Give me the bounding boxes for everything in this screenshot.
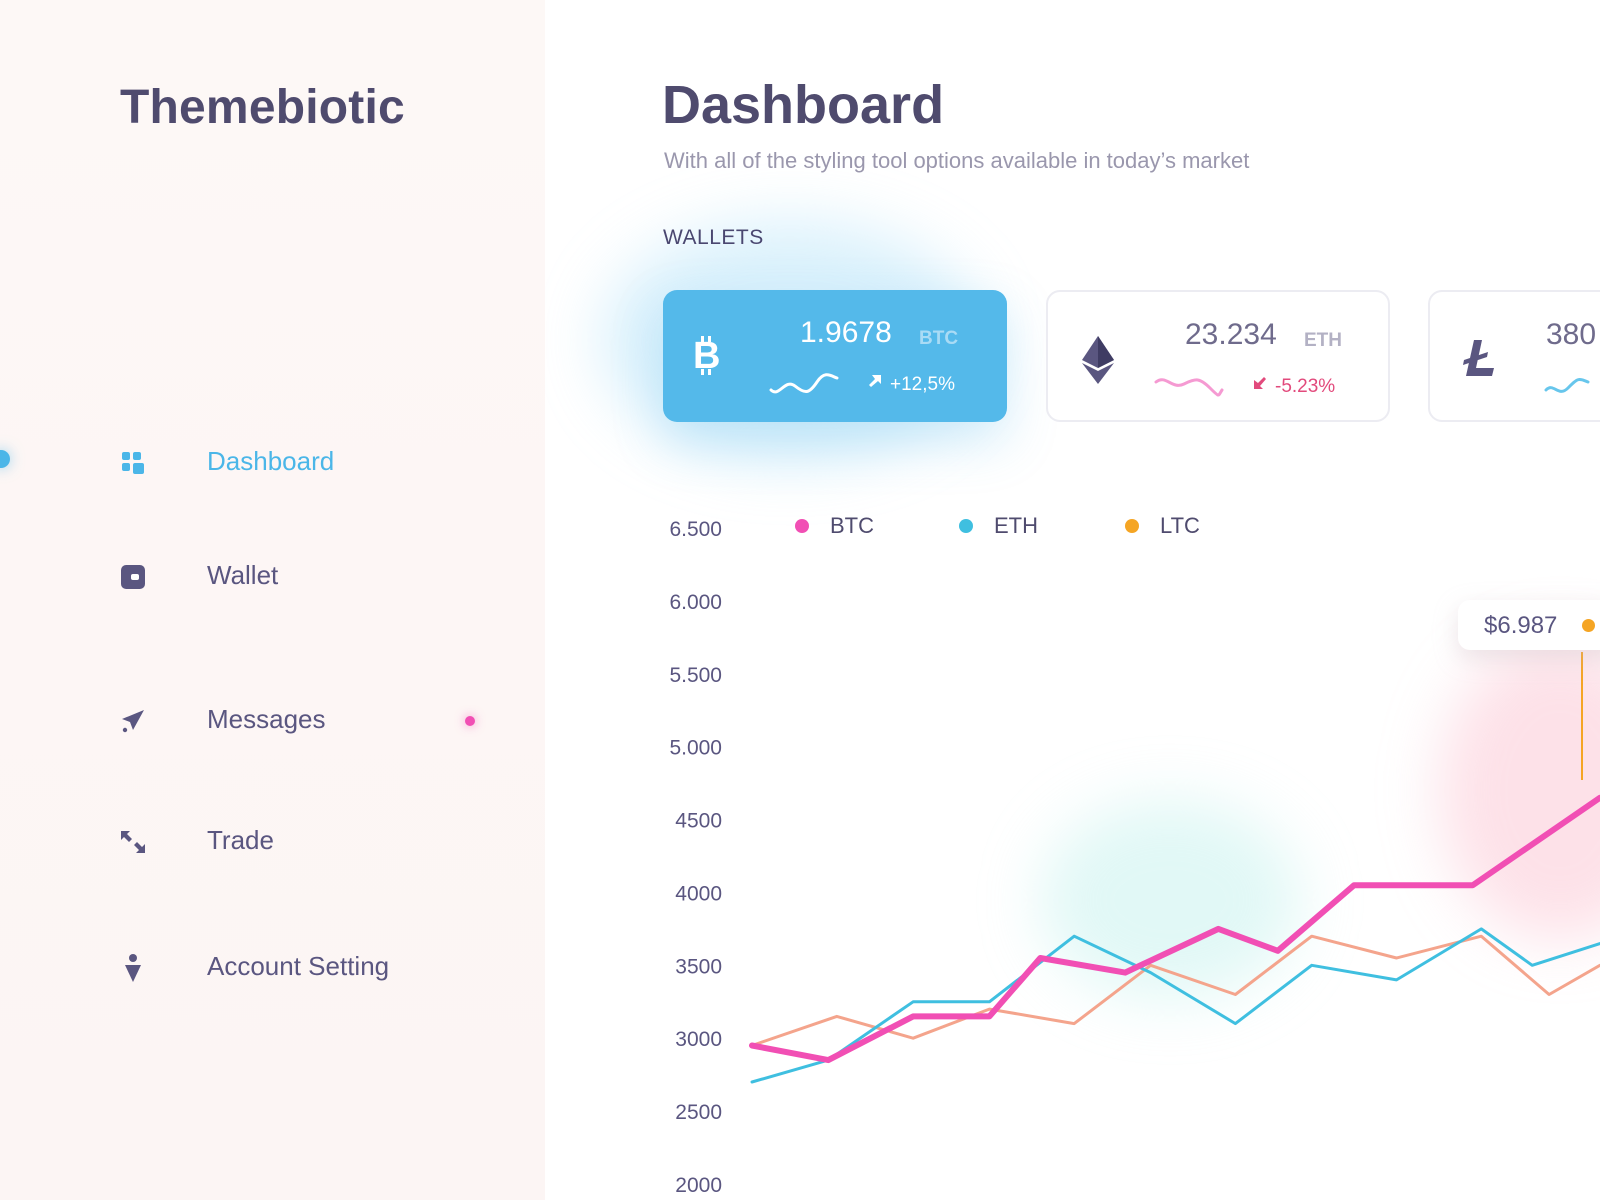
legend-label-ltc: LTC (1160, 513, 1200, 538)
legend-dot-ltc (1125, 519, 1139, 533)
price-chart: 6.500 6.000 5.500 5.000 4500 4000 3500 3000 2500… (669, 513, 1600, 1197)
legend-dot-btc (795, 519, 809, 533)
y-tick-label: 6.500 (669, 518, 722, 541)
y-tick-label: 2500 (675, 1101, 722, 1124)
series-line-btc (749, 794, 1600, 1064)
tooltip-dot (1582, 619, 1595, 632)
y-tick-label: 3500 (675, 955, 722, 978)
legend-label-eth: ETH (994, 513, 1038, 538)
series-line-ltc (750, 934, 1600, 1047)
y-tick-label: 6.000 (669, 591, 722, 614)
legend-dot-eth (959, 519, 973, 533)
y-tick-label: 5.000 (669, 737, 722, 760)
price-tooltip: $6.987 (1458, 600, 1600, 650)
y-tick-label: 3000 (675, 1028, 722, 1051)
y-tick-label: 5.500 (669, 664, 722, 687)
y-tick-label: 2000 (675, 1174, 722, 1197)
legend-label-btc: BTC (830, 513, 874, 538)
tooltip-value: $6.987 (1484, 612, 1558, 639)
y-tick-label: 4000 (675, 882, 722, 905)
y-tick-label: 4500 (675, 810, 722, 833)
